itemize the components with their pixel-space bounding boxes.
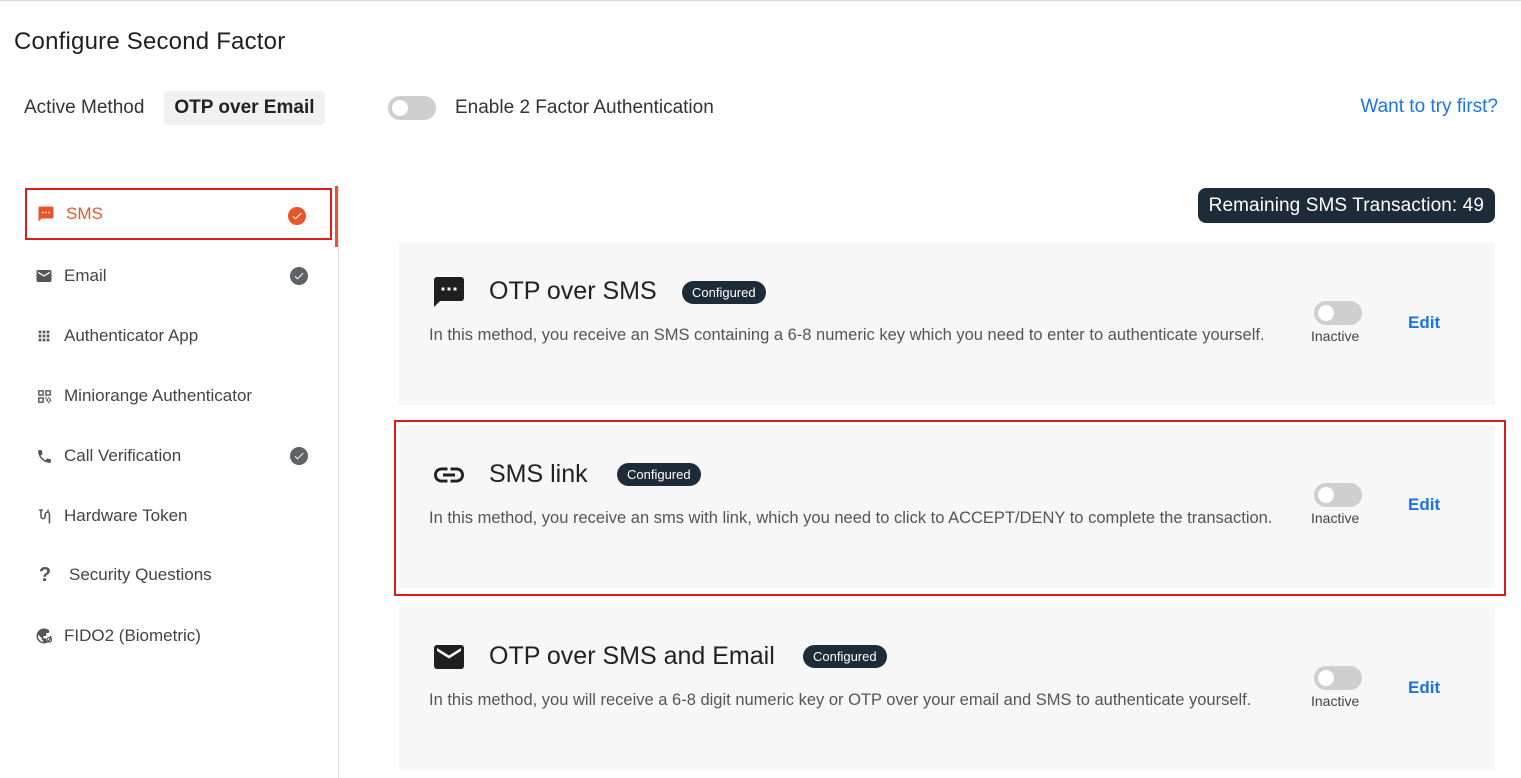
toggle-knob: [1318, 487, 1334, 503]
method-title: OTP over SMS: [489, 277, 657, 305]
sidebar-item-label: Email: [64, 266, 107, 285]
check-circle-icon: [290, 447, 308, 465]
qr-code-icon: [34, 386, 54, 406]
enable-2fa-label: Enable 2 Factor Authentication: [455, 97, 714, 118]
check-circle-icon: [288, 207, 306, 225]
want-to-try-link[interactable]: Want to try first?: [1360, 96, 1498, 118]
sidebar-item-fido2[interactable]: FIDO2 (Biometric): [25, 610, 332, 662]
sidebar-item-label: Security Questions: [69, 565, 212, 584]
method-description: In this method, you will receive a 6-8 d…: [429, 691, 1252, 709]
method-card-otp-over-sms-and-email: OTP over SMS and Email Configured In thi…: [399, 607, 1495, 770]
enable-2fa-toggle[interactable]: [388, 96, 436, 120]
method-active-toggle[interactable]: [1314, 483, 1362, 507]
top-divider: [0, 0, 1521, 1]
sidebar-item-label: Call Verification: [64, 446, 182, 465]
sms-icon: [36, 204, 56, 224]
sidebar-item-sms[interactable]: SMS: [25, 188, 332, 240]
configured-badge: Configured: [682, 281, 766, 304]
edit-button[interactable]: Edit: [1408, 313, 1440, 333]
toggle-knob: [1318, 305, 1334, 321]
phone-icon: [34, 446, 54, 466]
edit-button[interactable]: Edit: [1408, 495, 1440, 515]
toggle-knob: [1318, 670, 1334, 686]
active-method-row: Active Method OTP over Email: [24, 90, 325, 126]
sidebar-item-label: FIDO2 (Biometric): [64, 626, 201, 645]
method-active-toggle[interactable]: [1314, 301, 1362, 325]
active-method-value: OTP over Email: [164, 91, 325, 125]
sidebar-item-authenticator-app[interactable]: Authenticator App: [25, 310, 332, 362]
grid-icon: [34, 326, 54, 346]
sidebar-active-indicator: [335, 186, 338, 247]
configured-badge: Configured: [803, 645, 887, 668]
method-description: In this method, you receive an sms with …: [429, 509, 1273, 527]
method-description: In this method, you receive an SMS conta…: [429, 326, 1265, 344]
sidebar-item-hardware-token[interactable]: Hardware Token: [25, 490, 332, 542]
method-card-sms-link: SMS link Configured In this method, you …: [399, 425, 1495, 588]
sidebar-item-security-questions[interactable]: ? Security Questions: [25, 549, 332, 601]
sidebar-item-email[interactable]: Email: [25, 250, 332, 302]
method-active-toggle[interactable]: [1314, 666, 1362, 690]
email-icon: [431, 639, 467, 675]
active-method-label: Active Method: [24, 97, 145, 118]
method-status: Inactive: [1311, 328, 1360, 344]
link-icon: [431, 457, 467, 493]
question-icon: ?: [38, 563, 52, 586]
hardware-token-icon: [34, 506, 54, 526]
sidebar-item-label: Hardware Token: [64, 506, 188, 525]
page-title: Configure Second Factor: [14, 28, 286, 55]
check-circle-icon: [290, 267, 308, 285]
sidebar-item-miniorange-authenticator[interactable]: Miniorange Authenticator: [25, 370, 332, 422]
method-status: Inactive: [1311, 693, 1360, 709]
sidebar-item-call-verification[interactable]: Call Verification: [25, 430, 332, 482]
sidebar-item-label: Authenticator App: [64, 326, 199, 345]
method-title: OTP over SMS and Email: [489, 642, 775, 670]
sidebar-item-label: Miniorange Authenticator: [64, 386, 253, 405]
sms-icon: [431, 274, 467, 310]
remaining-sms-transactions-badge: Remaining SMS Transaction: 49: [1197, 188, 1495, 223]
method-card-otp-over-sms: OTP over SMS Configured In this method, …: [399, 242, 1495, 405]
configured-badge: Configured: [617, 463, 701, 486]
edit-button[interactable]: Edit: [1408, 678, 1440, 698]
enable-2fa-row: Enable 2 Factor Authentication: [388, 96, 714, 120]
sidebar-item-label: SMS: [66, 204, 103, 223]
email-icon: [34, 266, 54, 286]
toggle-knob: [392, 100, 408, 116]
method-status: Inactive: [1311, 510, 1360, 526]
method-title: SMS link: [489, 460, 588, 488]
fingerprint-globe-icon: [34, 626, 54, 646]
